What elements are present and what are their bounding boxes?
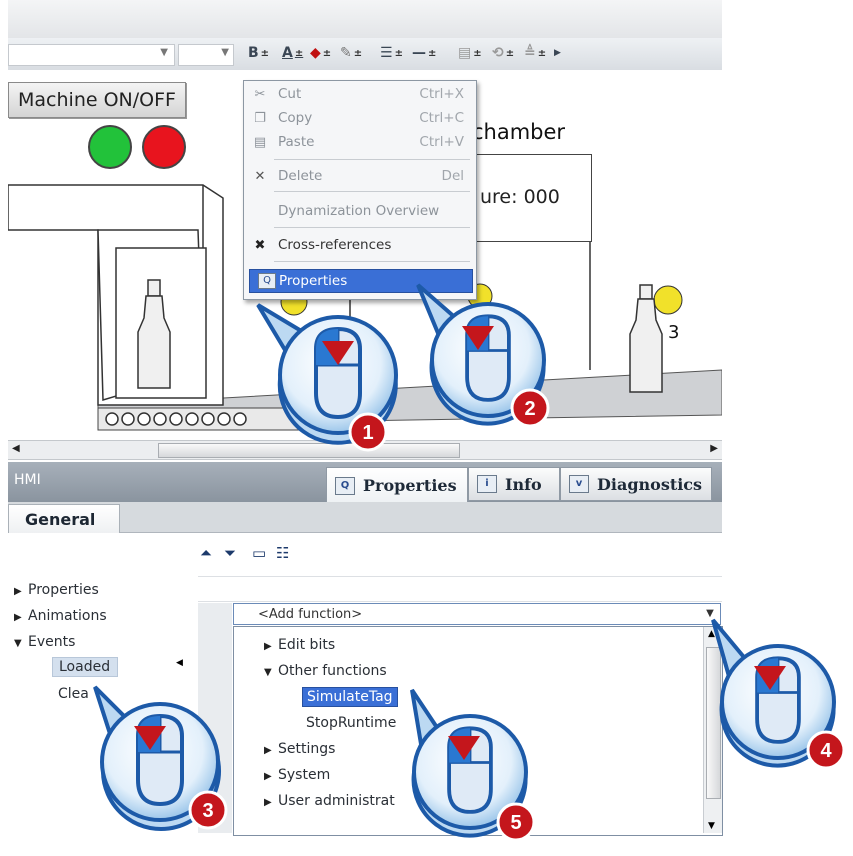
scroll-thumb[interactable] bbox=[158, 443, 460, 458]
pen-icon: ✎ bbox=[340, 45, 352, 61]
move-up-icon[interactable]: ⏶ bbox=[200, 544, 212, 562]
rotate-button[interactable]: ⟲ ± bbox=[492, 42, 514, 64]
font-color-button[interactable]: A ± bbox=[282, 42, 303, 64]
cross-references-icon: ✖ bbox=[254, 237, 266, 253]
function-list: ▶ Edit bits ▼ Other functions SimulateTag … bbox=[233, 626, 723, 836]
menu-item-cross-references[interactable]: ✖ Cross-references bbox=[244, 234, 476, 256]
expand-arrow-icon: ▶ bbox=[264, 771, 272, 782]
scissors-icon: ✂ bbox=[254, 86, 266, 102]
machine-on-off-button[interactable]: Machine ON/OFF bbox=[8, 82, 186, 118]
nav-event-cleared[interactable]: Clea bbox=[58, 686, 89, 702]
font-combo[interactable]: ▼ bbox=[8, 44, 175, 66]
canvas-horizontal-scrollbar[interactable]: ◀ ▶ bbox=[8, 440, 722, 460]
copy-icon: ❐ bbox=[254, 110, 266, 126]
chevron-down-icon: ▼ bbox=[160, 47, 168, 58]
menu-item-properties[interactable]: Q Properties bbox=[249, 269, 473, 293]
line-style-button[interactable]: ☰ ± bbox=[380, 42, 403, 64]
function-group-system[interactable]: ▶ System bbox=[264, 767, 330, 783]
temperature-readout: ure: 000 bbox=[480, 186, 560, 208]
menu-item-dynamization-overview[interactable]: Dynamization Overview bbox=[244, 200, 476, 222]
chevron-down-icon: ▼ bbox=[221, 47, 229, 58]
red-lamp bbox=[142, 125, 186, 169]
menu-separator bbox=[274, 227, 470, 228]
delete-icon: ✕ bbox=[254, 168, 266, 184]
list-icon[interactable]: ☷ bbox=[276, 544, 289, 562]
tab-diagnostics[interactable]: v Diagnostics bbox=[560, 467, 712, 501]
grid-row-numbers bbox=[198, 603, 232, 833]
menu-item-delete[interactable]: ✕ Delete Del bbox=[244, 165, 476, 187]
line-width-button[interactable]: — ± bbox=[412, 42, 436, 64]
callout-4: 4 bbox=[711, 618, 846, 770]
paste-icon: ▤ bbox=[253, 134, 267, 150]
partial-label: 3 bbox=[668, 322, 680, 343]
svg-text:4: 4 bbox=[820, 740, 832, 762]
fill-color-button[interactable]: ◆ ± bbox=[310, 42, 331, 64]
nav-events[interactable]: ▼ Events bbox=[14, 634, 75, 650]
menu-separator bbox=[274, 159, 470, 160]
toolbar-top-strip bbox=[8, 0, 722, 38]
menu-item-paste[interactable]: ▤ Paste Ctrl+V bbox=[244, 131, 476, 153]
context-menu: ✂ Cut Ctrl+X ❐ Copy Ctrl+C ▤ Paste Ctrl+… bbox=[243, 80, 477, 300]
menu-separator bbox=[274, 191, 470, 192]
line-color-button[interactable]: ✎ ± bbox=[340, 42, 362, 64]
move-down-icon[interactable]: ⏷ bbox=[224, 544, 236, 562]
properties-icon: Q bbox=[335, 476, 355, 495]
layer-icon: ≜ bbox=[524, 45, 536, 61]
tab-general[interactable]: General bbox=[8, 504, 120, 534]
function-simulate-tag[interactable]: SimulateTag bbox=[302, 687, 398, 707]
expand-arrow-icon: ▶ bbox=[14, 612, 22, 623]
function-list-scrollbar[interactable]: ▲ ▼ bbox=[703, 627, 722, 833]
collapse-arrow-icon: ▼ bbox=[14, 638, 22, 649]
inspector-title: HMI bbox=[14, 472, 41, 488]
nav-properties[interactable]: ▶ Properties bbox=[14, 582, 99, 598]
align-icon: ▤ bbox=[458, 45, 472, 61]
chevron-down-icon[interactable]: ▼ bbox=[702, 606, 718, 622]
expand-arrow-icon: ▶ bbox=[14, 586, 22, 597]
font-size-combo[interactable]: ▼ bbox=[178, 44, 234, 66]
function-group-user-administration[interactable]: ▶ User administrat bbox=[264, 793, 395, 809]
line-icon: — bbox=[412, 45, 426, 61]
menu-item-copy[interactable]: ❐ Copy Ctrl+C bbox=[244, 107, 476, 129]
nav-event-loaded[interactable]: Loaded bbox=[52, 657, 118, 677]
info-icon: i bbox=[477, 475, 497, 493]
scroll-down-icon[interactable]: ▼ bbox=[708, 821, 715, 831]
grid-header-row bbox=[198, 576, 722, 602]
menu-separator bbox=[274, 261, 470, 262]
rotate-icon: ⟲ bbox=[492, 45, 504, 61]
function-group-settings[interactable]: ▶ Settings bbox=[264, 741, 335, 757]
lines-icon: ☰ bbox=[380, 45, 393, 61]
diagnostics-icon: v bbox=[569, 475, 589, 493]
expand-arrow-icon: ▶ bbox=[264, 797, 272, 808]
scroll-left-icon[interactable]: ◀ bbox=[12, 443, 20, 454]
collapse-arrow-icon: ▼ bbox=[264, 667, 272, 678]
expand-arrow-icon: ▶ bbox=[264, 745, 272, 756]
bold-button[interactable]: B ± bbox=[248, 42, 269, 64]
menu-item-cut[interactable]: ✂ Cut Ctrl+X bbox=[244, 83, 476, 105]
tab-properties[interactable]: Q Properties bbox=[326, 467, 468, 503]
expand-arrow-icon: ▶ bbox=[264, 641, 272, 652]
function-stop-runtime[interactable]: StopRuntime bbox=[306, 715, 396, 731]
add-function-dropdown[interactable]: <Add function> ▼ bbox=[233, 603, 721, 625]
layer-button[interactable]: ≜ ± bbox=[524, 42, 546, 64]
format-toolbar: ▼ ▼ B ± A ± ◆ ± ✎ ± ☰ ± — ± ▤ ± ⟲ ± ≜ ± ▶ bbox=[8, 38, 722, 71]
more-arrow-icon[interactable]: ▶ bbox=[554, 42, 561, 64]
function-group-edit-bits[interactable]: ▶ Edit bits bbox=[264, 637, 335, 653]
align-button[interactable]: ▤ ± bbox=[458, 42, 482, 64]
scroll-thumb[interactable] bbox=[706, 647, 721, 799]
fill-bucket-icon: ◆ bbox=[310, 45, 321, 61]
green-lamp bbox=[88, 125, 132, 169]
table-icon[interactable]: ▭ bbox=[252, 544, 266, 562]
nav-animations[interactable]: ▶ Animations bbox=[14, 608, 107, 624]
scroll-up-icon[interactable]: ▲ bbox=[708, 629, 715, 639]
properties-icon: Q bbox=[258, 273, 276, 289]
chamber-title: chamber bbox=[472, 120, 566, 144]
splitter-arrow-icon[interactable]: ◀ bbox=[176, 658, 183, 668]
tab-info[interactable]: i Info bbox=[468, 467, 560, 501]
scroll-right-icon[interactable]: ▶ bbox=[710, 443, 718, 454]
function-group-other-functions[interactable]: ▼ Other functions bbox=[264, 663, 387, 679]
